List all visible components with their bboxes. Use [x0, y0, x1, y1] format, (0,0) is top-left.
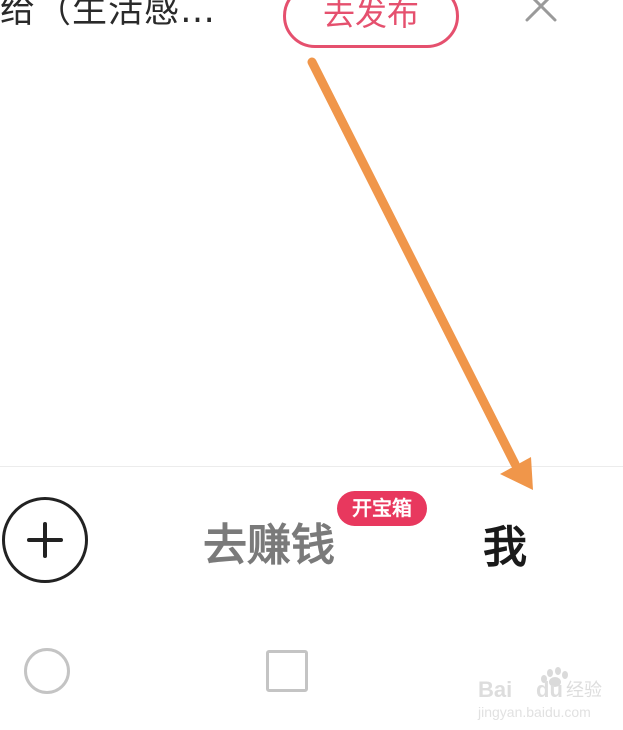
annotation-arrow	[307, 57, 533, 490]
treasure-box-badge[interactable]: 开宝箱	[337, 491, 427, 526]
svg-text:经验: 经验	[566, 680, 602, 701]
plus-icon	[27, 522, 63, 558]
publish-button[interactable]: 去发布	[283, 0, 459, 48]
tabbar-divider	[0, 466, 623, 467]
create-button[interactable]	[2, 497, 88, 583]
home-icon[interactable]	[24, 648, 70, 694]
close-icon	[525, 0, 557, 22]
recents-icon[interactable]	[266, 650, 308, 692]
svg-text:Bai: Bai	[478, 677, 512, 702]
baidu-jingyan-watermark: Bai du 经验 jingyan.baidu.com	[476, 667, 616, 723]
svg-text:du: du	[536, 677, 563, 702]
svg-text:jingyan.baidu.com: jingyan.baidu.com	[477, 704, 591, 720]
watermark-logo: Bai du 经验 jingyan.baidu.com	[477, 667, 602, 720]
tab-earn-money[interactable]: 去赚钱	[203, 509, 335, 573]
tab-me[interactable]: 我	[483, 511, 527, 575]
screen: 给（生活感… 去发布 去赚钱 开宝箱 我 Bai du 经验 jingyan.b…	[0, 0, 623, 730]
close-button[interactable]	[521, 0, 561, 26]
page-title: 给（生活感…	[0, 0, 217, 31]
